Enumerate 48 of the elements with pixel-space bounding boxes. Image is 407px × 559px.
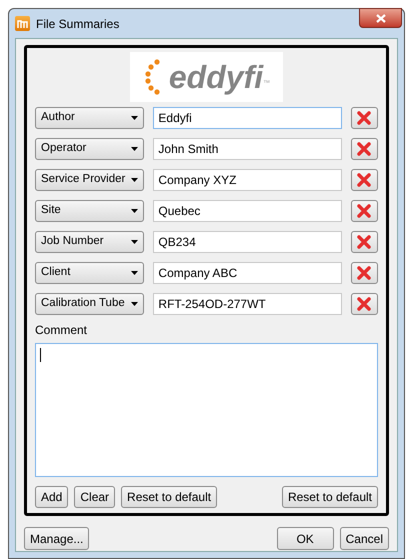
window-title: File Summaries xyxy=(36,16,120,32)
delete-button[interactable] xyxy=(350,200,378,222)
comment-label: Comment xyxy=(35,322,88,339)
reset-button[interactable]: Reset to default xyxy=(282,486,378,508)
comment-field[interactable] xyxy=(35,343,378,477)
delete-button[interactable] xyxy=(350,293,378,315)
caret-icon xyxy=(131,147,138,151)
panel-button[interactable]: Reset to default xyxy=(121,486,218,508)
delete-icon xyxy=(357,142,372,156)
delete-button[interactable] xyxy=(350,169,378,191)
caret-icon xyxy=(131,302,138,306)
delete-icon xyxy=(357,111,372,125)
value-field[interactable]: Eddyfi xyxy=(153,107,342,129)
caret-icon xyxy=(131,116,138,120)
field-type-dropdown[interactable]: Site xyxy=(35,200,144,222)
delete-icon xyxy=(357,204,372,218)
panel-button[interactable]: Clear xyxy=(74,486,116,508)
value-field[interactable]: RFT-254OD-277WT xyxy=(153,293,342,315)
caret-icon xyxy=(131,271,138,275)
value-field[interactable]: John Smith xyxy=(153,138,342,160)
field-type-dropdown[interactable]: Operator xyxy=(35,138,144,160)
field-type-dropdown[interactable]: Job Number xyxy=(35,231,144,253)
field-type-dropdown[interactable]: Client xyxy=(35,262,144,284)
delete-icon xyxy=(357,297,372,311)
delete-button[interactable] xyxy=(350,107,378,129)
panel-button[interactable]: Add xyxy=(35,486,68,508)
caret-icon xyxy=(131,209,138,213)
delete-button[interactable] xyxy=(350,262,378,284)
caret-icon xyxy=(131,240,138,244)
ok-button[interactable]: OK xyxy=(276,527,334,550)
delete-icon xyxy=(357,235,372,249)
value-field[interactable]: Quebec xyxy=(153,200,342,222)
app-icon xyxy=(15,16,30,31)
value-field[interactable]: Company XYZ xyxy=(153,169,342,191)
manage-button[interactable]: Manage... xyxy=(24,527,90,550)
caret-icon xyxy=(131,178,138,182)
value-field[interactable]: Company ABC xyxy=(153,262,342,284)
field-type-dropdown[interactable]: Service Provider xyxy=(35,169,144,191)
field-type-dropdown[interactable]: Author xyxy=(35,107,144,129)
delete-button[interactable] xyxy=(350,138,378,160)
delete-icon xyxy=(357,266,372,280)
cancel-button[interactable]: Cancel xyxy=(340,527,389,550)
value-field[interactable]: QB234 xyxy=(153,231,342,253)
close-icon xyxy=(376,14,386,22)
close-button[interactable] xyxy=(359,8,402,28)
field-type-dropdown[interactable]: Calibration Tube xyxy=(35,293,144,315)
delete-icon xyxy=(357,173,372,187)
delete-button[interactable] xyxy=(350,231,378,253)
